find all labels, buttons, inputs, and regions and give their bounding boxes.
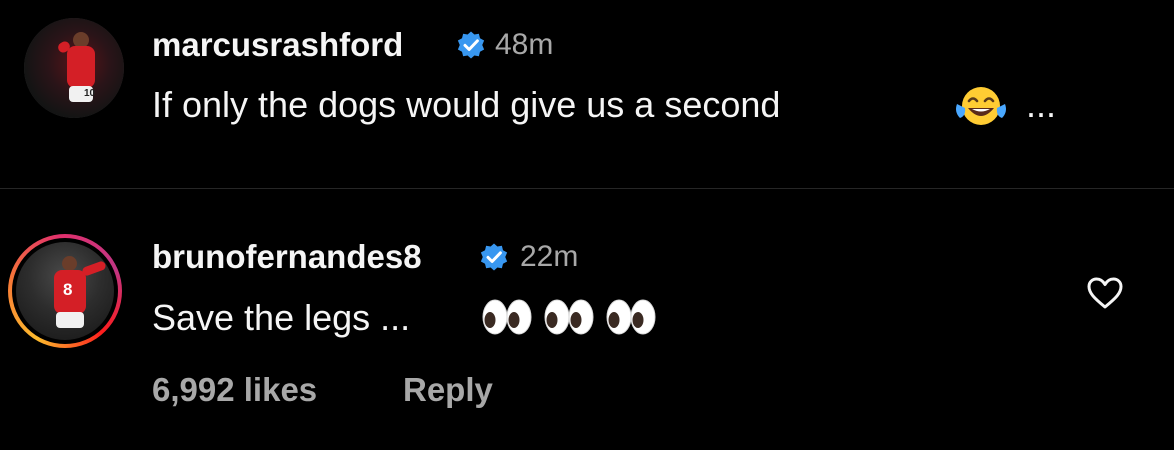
more-ellipsis: ...: [1026, 84, 1057, 125]
verified-badge-icon: [457, 31, 485, 59]
comment-text: If only the dogs would give us a second: [152, 84, 781, 125]
avatar-image: 8: [16, 242, 114, 340]
eyes-icon: [544, 299, 594, 335]
comment-divider: [0, 188, 1174, 189]
eyes-icon: [482, 299, 532, 335]
eyes-icon: [606, 299, 656, 335]
avatar-marcusrashford[interactable]: 10: [24, 18, 124, 118]
avatar-brunofernandes8-story-ring[interactable]: 8: [8, 234, 122, 348]
reply-button[interactable]: Reply: [403, 371, 493, 409]
likes-count[interactable]: 6,992 likes: [152, 371, 317, 409]
heart-outline-icon[interactable]: [1086, 276, 1124, 310]
comment-marcusrashford: 10 marcusrashford 48m If only the dogs w…: [0, 0, 1174, 188]
avatar-image: 10: [24, 18, 124, 118]
verified-badge-icon: [480, 243, 508, 271]
timestamp: 48m: [495, 28, 554, 61]
jersey-number: 8: [63, 280, 73, 299]
face-with-tears-of-joy-icon: [956, 87, 1006, 125]
timestamp: 22m: [520, 240, 579, 273]
comment-text: Save the legs ...: [152, 297, 411, 338]
username[interactable]: brunofernandes8: [152, 238, 422, 276]
username[interactable]: marcusrashford: [152, 26, 403, 64]
